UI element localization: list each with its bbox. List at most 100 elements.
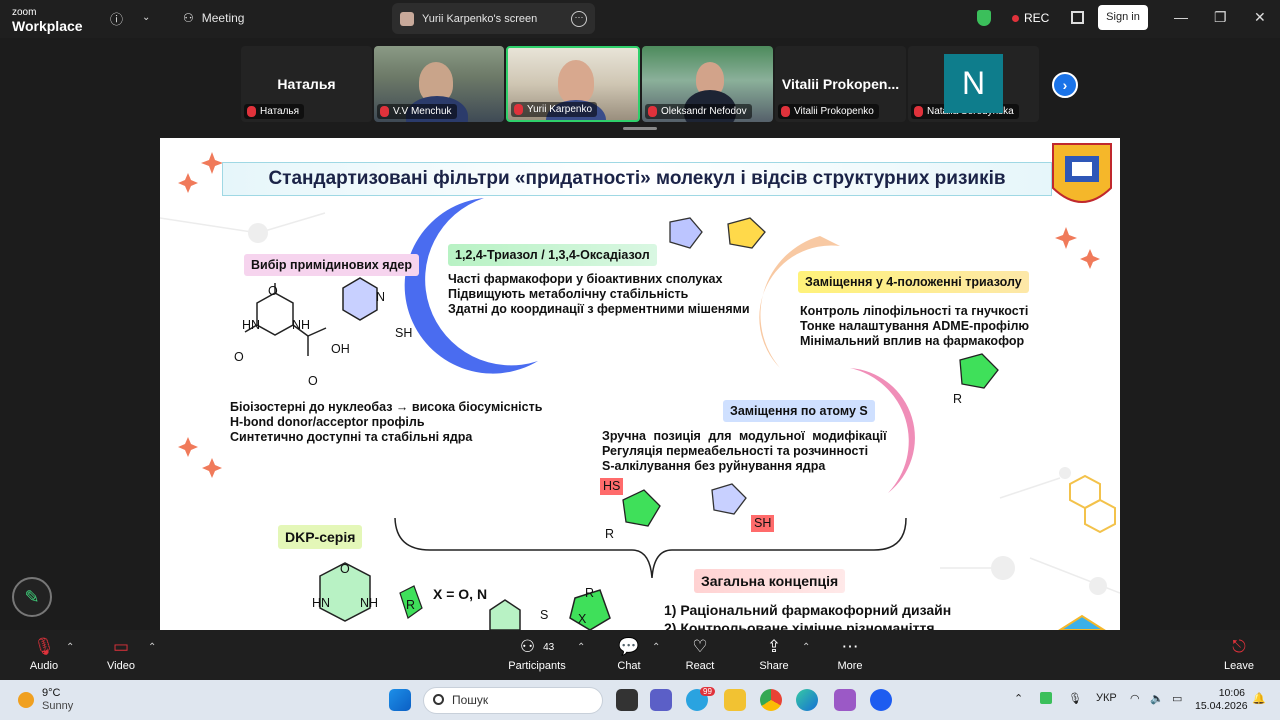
bullet-line: Зручна позиція для модульної модифікації: [602, 429, 887, 443]
next-page-arrow-icon[interactable]: ›: [1052, 72, 1078, 98]
chem-label: R: [953, 392, 963, 406]
encryption-shield-icon[interactable]: [977, 10, 991, 26]
participants-count: 43: [543, 641, 555, 653]
section-heading: 1,2,4-Триазол / 1,3,4-Оксадіазол: [448, 244, 657, 266]
section-heading: Загальна концепція: [694, 569, 846, 593]
weather-desc: Sunny: [42, 700, 74, 712]
audio-button[interactable]: 🎙 Audio: [28, 634, 60, 672]
minimize-icon[interactable]: —: [1174, 9, 1188, 25]
more-options-icon[interactable]: ···: [571, 10, 587, 27]
taskbar-search[interactable]: Пошук: [423, 687, 603, 714]
battery-icon[interactable]: ▭: [1172, 692, 1182, 705]
language-indicator[interactable]: УКР: [1096, 692, 1117, 704]
chem-label: O: [268, 284, 278, 298]
participants-button[interactable]: ⚇ 43 Participants: [508, 634, 566, 672]
strip-drag-handle[interactable]: [623, 127, 657, 130]
participant-tag: V.V Menchuk: [377, 104, 457, 119]
slide-title: Стандартизовані фільтри «придатності» мо…: [222, 162, 1052, 196]
info-icon[interactable]: ⓘ: [110, 9, 123, 28]
muted-mic-icon: [781, 106, 790, 117]
react-button[interactable]: ♡ React: [684, 634, 716, 672]
volume-icon[interactable]: 🔈: [1150, 692, 1164, 705]
teams-icon[interactable]: [650, 689, 672, 711]
chevron-down-icon[interactable]: ⌄: [142, 12, 150, 23]
share-options-caret-icon[interactable]: ⌃: [802, 642, 810, 653]
participant-video-tile[interactable]: Oleksandr Nefodov: [642, 46, 773, 122]
participants-icon: ⚇: [519, 637, 536, 656]
audio-label: Audio: [29, 660, 59, 672]
chem-label: R: [585, 586, 595, 600]
shared-screen-indicator[interactable]: Yurii Karpenko's screen ···: [392, 3, 595, 34]
security-tray-icon[interactable]: [1040, 692, 1052, 704]
video-button[interactable]: ▭ Video: [104, 634, 138, 672]
more-dots-icon: ⋯: [841, 637, 859, 656]
meeting-toolbar: 🎙 Audio ⌃ ▭ Video ⌃ ⚇ 43 Participants ⌃ 💬…: [0, 630, 1280, 680]
chem-label: OH: [331, 342, 350, 356]
zoom-app-icon[interactable]: [870, 689, 892, 711]
chem-label: X: [578, 612, 587, 626]
windows-start-icon[interactable]: [389, 689, 411, 711]
participant-avatar-letter: N: [944, 54, 1003, 113]
wifi-icon[interactable]: ◠: [1130, 692, 1140, 705]
participant-name: V.V Menchuk: [393, 106, 452, 117]
microphone-tray-icon[interactable]: 🎙: [1068, 692, 1082, 705]
leave-button[interactable]: ⎋ Leave: [1222, 634, 1256, 672]
recording-indicator[interactable]: REC: [1012, 11, 1049, 25]
shared-slide: Стандартизовані фільтри «придатності» мо…: [160, 138, 1120, 630]
zoom-logo: zoom Workplace: [12, 7, 83, 34]
annotate-pen-icon[interactable]: ✎: [12, 577, 52, 617]
section-heading: DKP-серія: [278, 525, 363, 549]
edge-icon[interactable]: [796, 689, 818, 711]
participant-tile[interactable]: Наталья Наталья: [241, 46, 372, 122]
chat-button[interactable]: 💬 Chat: [614, 634, 644, 672]
logo-line1: zoom: [12, 7, 37, 18]
task-view-icon[interactable]: [616, 689, 638, 711]
video-options-caret-icon[interactable]: ⌃: [148, 642, 156, 653]
view-grid-icon[interactable]: [1071, 11, 1084, 24]
participant-video: [558, 60, 594, 104]
react-label: React: [685, 660, 715, 672]
maximize-icon[interactable]: ❐: [1214, 9, 1227, 26]
close-icon[interactable]: ✕: [1254, 9, 1266, 26]
show-hidden-icons-icon[interactable]: ⌃: [1014, 692, 1023, 705]
section-heading: Вибір примідинових ядер: [244, 254, 420, 276]
rec-label: REC: [1024, 11, 1050, 25]
more-button[interactable]: ⋯ More: [834, 634, 866, 672]
variable-label: X = O, N: [433, 586, 488, 602]
participant-tag: Yurii Karpenko: [511, 102, 598, 117]
share-button[interactable]: ⇪ Share: [758, 634, 790, 672]
chat-icon: 💬: [618, 637, 640, 656]
participant-name: Vitalii Prokopenko: [794, 106, 874, 117]
bullet-line: Здатні до координації з ферментними міше…: [448, 302, 750, 316]
chat-options-caret-icon[interactable]: ⌃: [652, 642, 660, 653]
participant-tile[interactable]: Vitalii Prokopen... Vitalii Prokopenko: [775, 46, 906, 122]
participant-big-name: Наталья: [277, 76, 336, 92]
participants-icon-row: ⚇ 43: [508, 634, 566, 660]
video-label: Video: [107, 660, 135, 672]
meeting-label: Meeting: [201, 11, 245, 25]
leave-icon: ⎋: [1232, 637, 1246, 656]
share-label: Share: [759, 660, 789, 672]
sign-in-button[interactable]: Sign in: [1098, 5, 1148, 30]
chem-label: HN: [312, 596, 331, 610]
audio-options-caret-icon[interactable]: ⌃: [66, 642, 74, 653]
muted-mic-icon: 🎙: [33, 637, 55, 656]
chrome-icon[interactable]: [760, 689, 782, 711]
meeting-view-button[interactable]: ⚇ Meeting: [183, 11, 244, 25]
bullet-line: 1) Раціональний фармакофорний дизайн: [664, 602, 952, 618]
file-explorer-icon[interactable]: [724, 689, 746, 711]
participant-video-tile[interactable]: V.V Menchuk: [374, 46, 504, 122]
system-clock[interactable]: 10:06 15.04.2026: [1195, 687, 1248, 713]
clock-time: 10:06: [1218, 687, 1245, 699]
participant-video-tile-active-speaker[interactable]: Yurii Karpenko: [506, 46, 640, 122]
bullet-line: Контроль ліпофільності та гнучкості: [800, 304, 1029, 318]
chem-label: HN: [242, 318, 261, 332]
notifications-bell-icon[interactable]: 🔔: [1252, 692, 1266, 705]
weather-widget[interactable]: 9°C Sunny: [18, 687, 73, 713]
search-placeholder: Пошук: [452, 693, 489, 707]
chem-label: O: [308, 374, 318, 388]
rec-dot-icon: [1012, 14, 1019, 22]
muted-mic-icon: [914, 106, 923, 117]
snipping-tool-icon[interactable]: [834, 689, 856, 711]
participants-options-caret-icon[interactable]: ⌃: [577, 642, 585, 653]
